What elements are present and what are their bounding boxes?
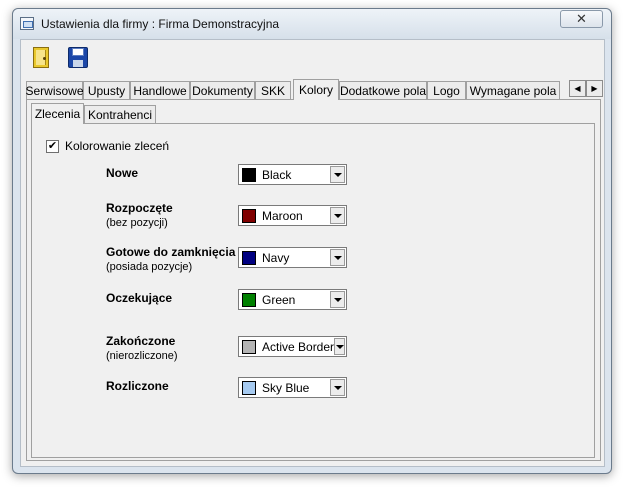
close-button[interactable]: ✕: [560, 10, 603, 28]
color-swatch: [242, 339, 256, 354]
color-value: Maroon: [262, 208, 303, 223]
status-name: Rozpoczęte: [106, 201, 173, 215]
tab-skk[interactable]: SKK: [255, 81, 291, 99]
status-label-gotowe: Gotowe do zamknięcia (posiada pozycje): [106, 245, 235, 273]
status-subtitle: (bez pozycji): [106, 217, 168, 229]
status-name: Gotowe do zamknięcia: [106, 245, 236, 259]
subtab-kontrahenci[interactable]: Kontrahenci: [84, 105, 156, 123]
status-name: Nowe: [106, 166, 139, 180]
main-tabs: Serwisowe Upusty Handlowe Dokumenty SKK …: [25, 79, 603, 100]
color-swatch: [242, 250, 256, 265]
status-name: Zakończone: [106, 334, 176, 348]
door-exit-icon[interactable]: [29, 46, 53, 70]
tab-dokumenty[interactable]: Dokumenty: [190, 81, 255, 99]
color-select-rozpoczete[interactable]: Maroon: [238, 205, 347, 226]
toolbar: [21, 40, 604, 76]
settings-window: Ustawienia dla firmy : Firma Demonstracy…: [12, 8, 612, 474]
tab-scroll: ◀ ▶: [569, 80, 603, 97]
tab-serwisowe[interactable]: Serwisowe: [25, 81, 84, 99]
kolory-panel: Zlecenia Kontrahenci ✔ Kolorowanie zlece…: [26, 99, 601, 461]
color-value: Active Border: [262, 339, 335, 354]
client-area: Serwisowe Upusty Handlowe Dokumenty SKK …: [20, 39, 605, 467]
color-select-gotowe[interactable]: Navy: [238, 247, 347, 268]
dropdown-arrow-icon[interactable]: [330, 379, 345, 396]
tab-logo[interactable]: Logo: [427, 81, 466, 99]
sub-tabs: Zlecenia Kontrahenci: [31, 103, 231, 124]
coloring-checkbox-label: Kolorowanie zleceń: [65, 139, 170, 153]
status-subtitle: (posiada pozycje): [106, 261, 193, 273]
color-swatch: [242, 292, 256, 307]
status-label-rozpoczete: Rozpoczęte (bez pozycji): [106, 201, 173, 229]
status-name: Rozliczone: [106, 379, 169, 393]
tab-upusty[interactable]: Upusty: [83, 81, 130, 99]
coloring-checkbox[interactable]: ✔: [46, 139, 59, 153]
app-window-icon: [20, 17, 34, 30]
status-label-nowe: Nowe: [106, 166, 138, 180]
tab-scroll-right-icon[interactable]: ▶: [586, 80, 603, 97]
status-subtitle: (nierozliczone): [106, 350, 178, 362]
color-value: Sky Blue: [262, 380, 310, 395]
status-name: Oczekujące: [106, 291, 173, 305]
tab-kolory[interactable]: Kolory: [293, 79, 339, 100]
dropdown-arrow-icon[interactable]: [334, 338, 345, 355]
color-select-nowe[interactable]: Black: [238, 164, 347, 185]
zlecenia-panel: ✔ Kolorowanie zleceń Nowe Black Rozpoczę…: [31, 123, 595, 458]
color-value: Navy: [262, 250, 290, 265]
window-title: Ustawienia dla firmy : Firma Demonstracy…: [41, 17, 280, 31]
color-swatch: [242, 380, 256, 395]
dropdown-arrow-icon[interactable]: [330, 207, 345, 224]
color-value: Black: [262, 167, 292, 182]
color-swatch: [242, 167, 256, 182]
dropdown-arrow-icon[interactable]: [330, 291, 345, 308]
color-swatch: [242, 208, 256, 223]
status-label-zakonczone: Zakończone (nierozliczone): [106, 334, 178, 362]
subtab-zlecenia[interactable]: Zlecenia: [31, 103, 84, 124]
color-value: Green: [262, 292, 296, 307]
tab-scroll-left-icon[interactable]: ◀: [569, 80, 586, 97]
coloring-toggle[interactable]: ✔ Kolorowanie zleceń: [46, 139, 169, 153]
dropdown-arrow-icon[interactable]: [330, 249, 345, 266]
tab-wymagane-pola[interactable]: Wymagane pola: [466, 81, 560, 99]
tab-dodatkowe-pola[interactable]: Dodatkowe pola: [339, 81, 427, 99]
tab-handlowe[interactable]: Handlowe: [130, 81, 190, 99]
status-label-rozliczone: Rozliczone: [106, 379, 169, 393]
dropdown-arrow-icon[interactable]: [330, 166, 345, 183]
status-label-oczekujace: Oczekujące: [106, 291, 172, 305]
floppy-save-icon[interactable]: [66, 46, 90, 70]
color-select-rozliczone[interactable]: Sky Blue: [238, 377, 347, 398]
color-select-oczekujace[interactable]: Green: [238, 289, 347, 310]
title-bar[interactable]: Ustawienia dla firmy : Firma Demonstracy…: [13, 9, 611, 39]
color-select-zakonczone[interactable]: Active Border: [238, 336, 347, 357]
